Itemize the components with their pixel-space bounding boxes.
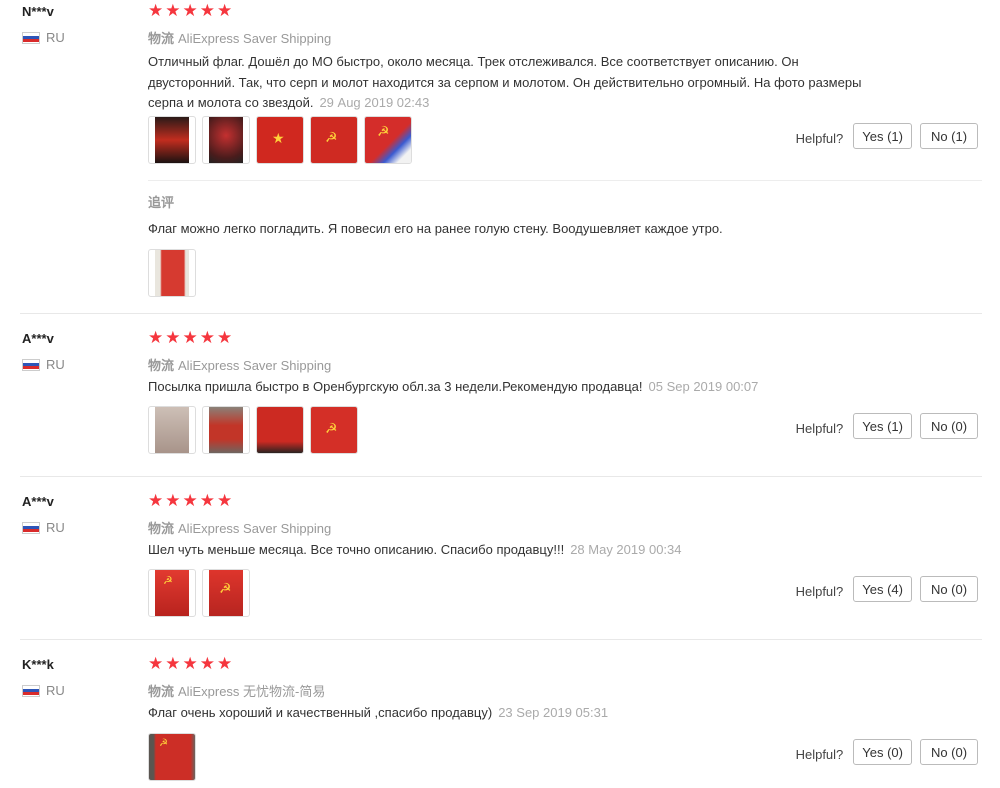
review-body: Шел чуть меньше месяца. Все точно описан… xyxy=(148,542,565,557)
review-photo[interactable] xyxy=(148,249,196,297)
hammer-sickle-icon: ☭ xyxy=(325,420,338,436)
review-photos: ☭ xyxy=(148,733,196,781)
shipping-value: AliExpress 无忧物流-简易 xyxy=(178,684,326,699)
review-photo[interactable]: ☭ xyxy=(364,116,412,164)
review-date: 23 Sep 2019 05:31 xyxy=(498,705,609,720)
review-photo[interactable]: ☭ xyxy=(148,569,196,617)
shipping-value: AliExpress Saver Shipping xyxy=(178,521,332,536)
hammer-sickle-icon: ☭ xyxy=(219,580,232,596)
reviewer-name: N***v xyxy=(22,4,54,19)
hammer-sickle-icon: ☭ xyxy=(163,575,173,587)
review-text: Флаг очень хороший и качественный ,спаси… xyxy=(148,703,868,724)
country-code: RU xyxy=(46,520,65,535)
russia-flag-icon xyxy=(22,31,40,44)
review-photo[interactable]: ☭ xyxy=(148,733,196,781)
vote-yes-button[interactable]: Yes (1) xyxy=(853,413,912,439)
review-photo[interactable]: ★ xyxy=(256,116,304,164)
shipping-label: 物流 xyxy=(148,521,175,536)
shipping-label: 物流 xyxy=(148,684,175,699)
star-rating: ★★★★★ xyxy=(148,654,235,673)
hammer-sickle-icon: ☭ xyxy=(377,123,390,139)
followup-title: 追评 xyxy=(148,195,175,210)
vote-no-button[interactable]: No (0) xyxy=(920,576,978,602)
shipping-method: 物流 AliExpress Saver Shipping xyxy=(148,355,331,374)
shipping-method: 物流 AliExpress 无忧物流-简易 xyxy=(148,681,325,700)
russia-flag-icon xyxy=(22,521,40,534)
review-body: Отличный флаг. Дошёл до МО быстро, около… xyxy=(148,54,862,110)
reviewer-country: RU xyxy=(22,30,65,45)
helpful-label: Helpful? xyxy=(795,420,844,436)
russia-flag-icon xyxy=(22,684,40,697)
vote-yes-button[interactable]: Yes (0) xyxy=(853,739,912,765)
country-code: RU xyxy=(46,30,65,45)
star-rating: ★★★★★ xyxy=(148,328,235,347)
hammer-sickle-icon: ☭ xyxy=(159,738,168,749)
vote-no-button[interactable]: No (0) xyxy=(920,413,978,439)
review-photo[interactable] xyxy=(148,116,196,164)
divider xyxy=(20,639,982,640)
vote-yes-button[interactable]: Yes (1) xyxy=(853,123,912,149)
helpful-label: Helpful? xyxy=(795,746,844,762)
country-code: RU xyxy=(46,683,65,698)
shipping-label: 物流 xyxy=(148,358,175,373)
reviewer-country: RU xyxy=(22,357,65,372)
followup-photos xyxy=(148,249,196,297)
shipping-value: AliExpress Saver Shipping xyxy=(178,358,332,373)
vote-no-button[interactable]: No (1) xyxy=(920,123,978,149)
shipping-method: 物流 AliExpress Saver Shipping xyxy=(148,28,331,47)
vote-yes-button[interactable]: Yes (4) xyxy=(853,576,912,602)
review-text: Шел чуть меньше месяца. Все точно описан… xyxy=(148,540,868,561)
followup-text: Флаг можно легко погладить. Я повесил ег… xyxy=(148,221,723,236)
divider xyxy=(148,180,982,181)
divider xyxy=(20,313,982,314)
helpful-label: Helpful? xyxy=(795,583,844,599)
helpful-vote: Helpful? Yes (1) No (0) xyxy=(796,413,978,439)
shipping-value: AliExpress Saver Shipping xyxy=(178,31,332,46)
hammer-sickle-icon: ☭ xyxy=(325,129,338,145)
review-text: Посылка пришла быстро в Оренбургскую обл… xyxy=(148,377,868,398)
star-rating: ★★★★★ xyxy=(148,491,235,510)
star-rating: ★★★★★ xyxy=(148,1,235,20)
review-text: Отличный флаг. Дошёл до МО быстро, около… xyxy=(148,52,868,114)
review-body: Посылка пришла быстро в Оренбургскую обл… xyxy=(148,379,643,394)
review-photos: ★ ☭ ☭ xyxy=(148,116,412,164)
vote-no-button[interactable]: No (0) xyxy=(920,739,978,765)
review-photo[interactable] xyxy=(148,406,196,454)
review-date: 29 Aug 2019 02:43 xyxy=(319,95,430,110)
review-photo[interactable]: ☭ xyxy=(310,406,358,454)
divider xyxy=(20,476,982,477)
reviewer-name: K***k xyxy=(22,657,54,672)
helpful-vote: Helpful? Yes (0) No (0) xyxy=(796,739,978,765)
review-photo[interactable] xyxy=(202,116,250,164)
reviewer-country: RU xyxy=(22,520,65,535)
review-photo[interactable] xyxy=(202,406,250,454)
reviewer-name: A***v xyxy=(22,494,54,509)
helpful-label: Helpful? xyxy=(795,130,844,146)
review-body: Флаг очень хороший и качественный ,спаси… xyxy=(148,705,493,720)
review-photo[interactable]: ☭ xyxy=(310,116,358,164)
shipping-method: 物流 AliExpress Saver Shipping xyxy=(148,518,331,537)
review-date: 28 May 2019 00:34 xyxy=(570,542,682,557)
helpful-vote: Helpful? Yes (1) No (1) xyxy=(796,123,978,149)
helpful-vote: Helpful? Yes (4) No (0) xyxy=(796,576,978,602)
review-photos: ☭ xyxy=(148,406,358,454)
russia-flag-icon xyxy=(22,358,40,371)
country-code: RU xyxy=(46,357,65,372)
review-photos: ☭ ☭ xyxy=(148,569,250,617)
reviewer-name: A***v xyxy=(22,331,54,346)
review-photo[interactable] xyxy=(256,406,304,454)
review-photo[interactable]: ☭ xyxy=(202,569,250,617)
reviewer-country: RU xyxy=(22,683,65,698)
review-date: 05 Sep 2019 00:07 xyxy=(648,379,759,394)
shipping-label: 物流 xyxy=(148,31,175,46)
star-icon: ★ xyxy=(272,130,285,146)
